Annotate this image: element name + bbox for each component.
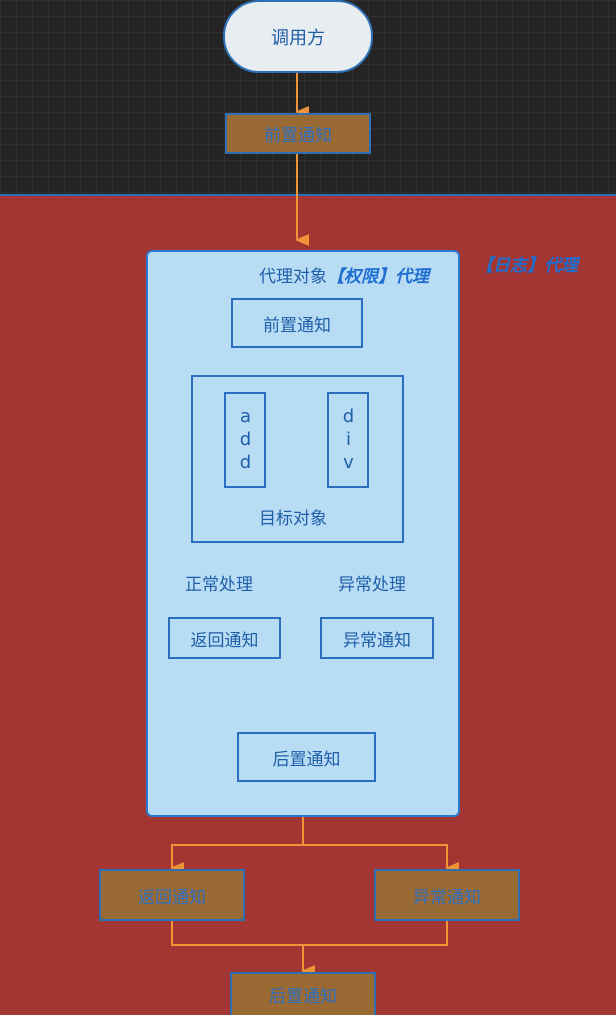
proxy-title: 代理对象【权限】代理 — [259, 262, 429, 287]
inner-return-label: 返回通知 — [190, 630, 259, 651]
proxy-title-permission: 【权限】代理 — [327, 267, 429, 287]
arrow-proxy-split-2 — [303, 844, 459, 874]
arrow-proxy-split — [170, 817, 304, 874]
inner-after-node: 后置通知 — [237, 732, 376, 782]
method-add-box: add — [224, 392, 266, 488]
normal-handling-label: 正常处理 — [185, 575, 253, 595]
inner-exception-node: 异常通知 — [320, 617, 434, 659]
caller-label: 调用方 — [271, 27, 325, 49]
arrow-outer-merge — [171, 920, 448, 946]
outer-after-node: 后置通知 — [230, 972, 376, 1015]
inner-before-node: 前置通知 — [231, 298, 363, 348]
inner-after-label: 后置通知 — [272, 749, 341, 770]
caller-node: 调用方 — [223, 0, 373, 73]
outer-exception-node: 异常通知 — [374, 869, 520, 921]
inner-exception-label: 异常通知 — [343, 630, 411, 651]
inner-return-node: 返回通知 — [168, 617, 281, 659]
outer-return-node: 返回通知 — [99, 869, 245, 921]
method-div-box: div — [327, 392, 369, 488]
outer-return-label: 返回通知 — [138, 887, 206, 908]
abnormal-handling-label: 异常处理 — [338, 575, 406, 595]
log-proxy-label: 【日志】代理 — [476, 256, 578, 276]
outer-before-node: 前置通知 — [225, 113, 371, 154]
proxy-title-prefix: 代理对象 — [259, 267, 327, 287]
target-object-label: 目标对象 — [259, 509, 327, 529]
outer-after-label: 后置通知 — [269, 987, 337, 1007]
outer-before-label: 前置通知 — [264, 126, 332, 146]
outer-exception-label: 异常通知 — [413, 887, 481, 908]
inner-before-label: 前置通知 — [263, 315, 331, 336]
